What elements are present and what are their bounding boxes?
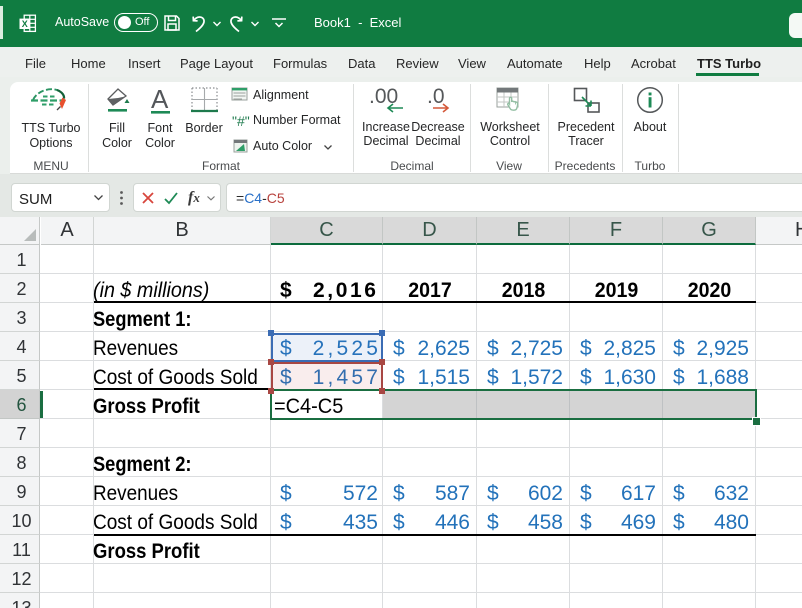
svg-text:A: A — [151, 86, 169, 114]
svg-text:X: X — [22, 19, 28, 29]
